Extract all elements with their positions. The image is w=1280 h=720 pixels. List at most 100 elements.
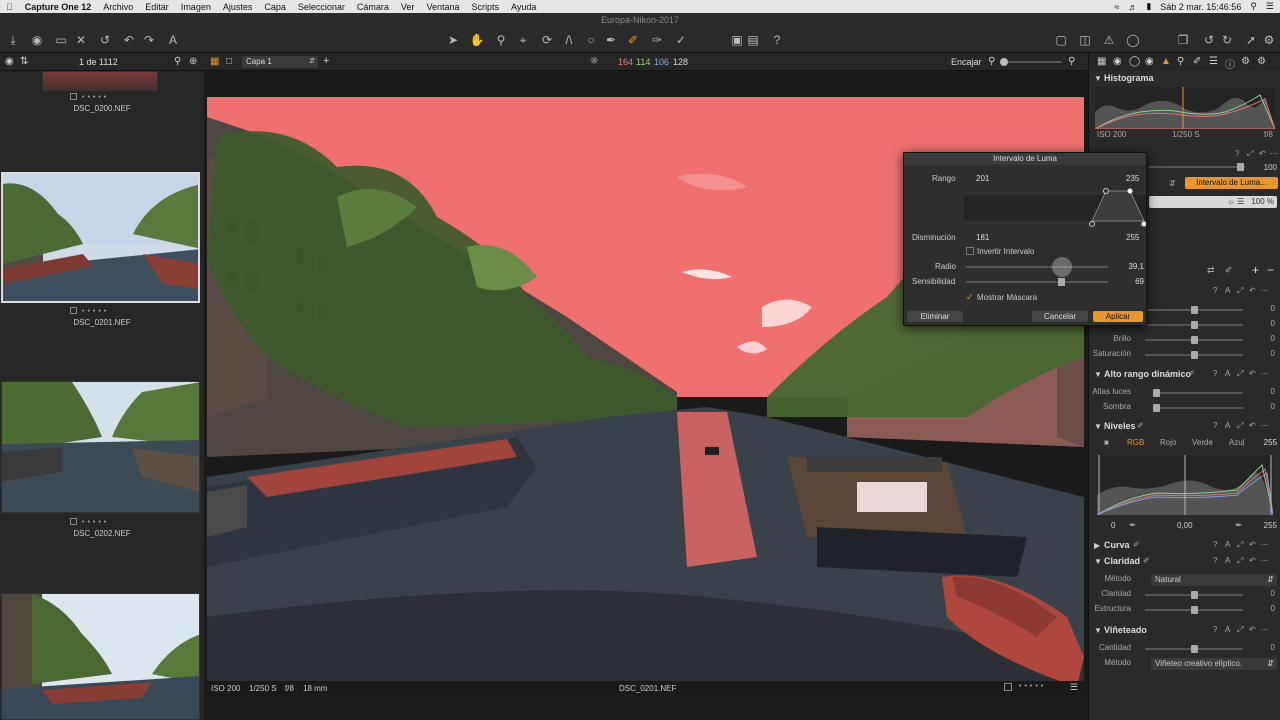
thumbnail[interactable] <box>1 172 200 303</box>
list-icon[interactable]: ☰ <box>1070 682 1078 693</box>
collapse-icon[interactable]: ▼ <box>1094 370 1102 379</box>
metadata-tab-icon[interactable]: ⓘ <box>1225 56 1235 71</box>
radius-value[interactable]: 39,1 <box>1120 262 1144 271</box>
add-layer-icon[interactable]: + <box>1252 263 1259 277</box>
row-knob[interactable] <box>1191 336 1198 344</box>
wifi-icon[interactable]: ≈ <box>1114 2 1119 12</box>
pointer-tool-icon[interactable]: ➤ <box>444 31 462 49</box>
row-value[interactable]: 0 <box>1247 604 1275 613</box>
sort-icon[interactable]: ⇅ <box>20 56 28 67</box>
row-value[interactable]: 0 <box>1247 319 1275 328</box>
range-min-value[interactable]: 201 <box>976 174 989 183</box>
settings-icon[interactable]: ⚙ <box>1260 31 1278 49</box>
multi-view-icon[interactable]: ▦ <box>210 56 219 67</box>
chevron-updown-icon[interactable]: ⇵ <box>1169 179 1176 188</box>
remove-layer-icon[interactable]: − <box>1267 263 1274 277</box>
menu-scripts[interactable]: Scripts <box>465 2 505 12</box>
rating-stars[interactable]: ••••• <box>82 94 109 101</box>
filter-search-icon[interactable]: ⚲ <box>174 56 181 67</box>
overlay-icon[interactable]: ◫ <box>1076 31 1094 49</box>
row-knob[interactable] <box>1191 591 1198 599</box>
brush-icon[interactable]: ✐ <box>1133 540 1140 549</box>
menu-seleccionar[interactable]: Seleccionar <box>292 2 351 12</box>
brush-icon[interactable]: ✐ <box>1188 369 1195 378</box>
library-tab-icon[interactable]: ▦ <box>1097 56 1106 67</box>
levels-mode-icon[interactable]: ■ <box>1104 438 1109 447</box>
row-slider[interactable] <box>1145 351 1243 359</box>
help-icon[interactable]: ? <box>1213 286 1217 295</box>
row-slider[interactable] <box>1145 606 1243 614</box>
brush-menu-icon[interactable]: ✐ <box>1225 265 1233 276</box>
lens-tab-icon[interactable]: ◯ <box>1129 56 1140 67</box>
rating-stars[interactable]: ••••• <box>82 519 109 526</box>
thumb-cell-selected[interactable]: ••••• DSC_0201.NEF <box>0 171 204 331</box>
loupe-tool-icon[interactable]: ⚲ <box>492 31 510 49</box>
menu-dots-icon[interactable]: ⋯ <box>1261 421 1269 430</box>
curve-title[interactable]: Curva <box>1104 540 1130 550</box>
exposure-tab-icon[interactable]: ▲ <box>1161 56 1171 67</box>
menu-archivo[interactable]: Archivo <box>97 2 139 12</box>
clarity-method-select[interactable]: Natural ⇵ <box>1151 574 1277 586</box>
expand-icon[interactable]: ➚ <box>1242 31 1260 49</box>
batch-tab-icon[interactable]: ⚙ <box>1257 56 1266 67</box>
spot-tool-icon[interactable]: ○ <box>582 31 600 49</box>
menu-dots-icon[interactable]: ⋯ <box>1261 556 1269 565</box>
copy-icon[interactable]: ⤢ <box>1247 149 1253 159</box>
reset-icon[interactable]: ↶ <box>1249 540 1256 549</box>
close-icon[interactable]: ✕ <box>72 31 90 49</box>
volume-icon[interactable]: ♬ <box>1128 2 1137 12</box>
collapse-icon[interactable]: ▼ <box>1094 422 1102 431</box>
rotate-right-icon[interactable]: ↻ <box>1218 31 1236 49</box>
brush-tool-icon[interactable]: ✐ <box>624 31 642 49</box>
menu-dots-icon[interactable]: ⋯ <box>1261 286 1269 295</box>
invert-checkbox[interactable] <box>966 247 974 255</box>
battery-icon[interactable]: ▮ <box>1146 1 1151 12</box>
thumbnail[interactable] <box>42 71 158 91</box>
thumb-cell[interactable] <box>0 593 204 720</box>
help-icon[interactable]: ? <box>1213 421 1217 430</box>
help-icon[interactable]: ? <box>1235 149 1239 158</box>
apply-button[interactable]: Aplicar <box>1093 311 1143 322</box>
menu-imagen[interactable]: Imagen <box>175 2 217 12</box>
adjustments-tab-icon[interactable]: ☰ <box>1209 56 1218 67</box>
select-checkbox[interactable] <box>70 93 77 100</box>
falloff-max-value[interactable]: 255 <box>1126 233 1139 242</box>
levels-low-value[interactable]: 0 <box>1111 521 1115 530</box>
radius-slider-knob[interactable] <box>1052 257 1072 277</box>
hdr-title[interactable]: Alto rango dinámico <box>1104 369 1191 379</box>
menu-dots-icon[interactable]: ⋯ <box>1261 625 1269 634</box>
row-value[interactable]: 0 <box>1247 402 1275 411</box>
help-icon[interactable]: ? <box>1213 369 1217 378</box>
camera-icon[interactable]: ◉ <box>28 31 46 49</box>
rotate-tool-icon[interactable]: ⟳ <box>538 31 556 49</box>
undo-icon[interactable]: ↶ <box>120 31 138 49</box>
row-knob[interactable] <box>1191 306 1198 314</box>
rating-stars[interactable]: ••••• <box>82 308 109 315</box>
single-view-icon[interactable]: □ <box>226 56 232 67</box>
gradient-tool-icon[interactable]: ✓ <box>672 31 690 49</box>
clock[interactable]: Sáb 2 mar. 15:46:56 <box>1160 2 1241 12</box>
crop-tool-icon[interactable]: ⌖ <box>514 31 532 49</box>
radius-slider[interactable] <box>966 257 1108 277</box>
luma-range-graph[interactable] <box>964 187 1146 227</box>
row-slider[interactable] <box>1145 336 1243 344</box>
histogram-title[interactable]: Histograma <box>1104 73 1154 83</box>
help-icon[interactable]: ? <box>768 31 786 49</box>
collapse-icon[interactable]: ▼ <box>1094 626 1102 635</box>
row-value[interactable]: 0 <box>1247 643 1275 652</box>
menu-ver[interactable]: Ver <box>395 2 421 12</box>
falloff-min-value[interactable]: 181 <box>976 233 989 242</box>
copy-icon[interactable]: ⤢ <box>1237 369 1243 379</box>
menu-ajustes[interactable]: Ajustes <box>217 2 259 12</box>
zoom-out-icon[interactable]: ⚲ <box>988 56 995 67</box>
paste-adjust-icon[interactable]: ▤ <box>744 31 762 49</box>
levels-title[interactable]: Niveles <box>1104 421 1136 431</box>
eraser-tool-icon[interactable]: ✑ <box>648 31 666 49</box>
zoom-in-icon[interactable]: ⚲ <box>1068 56 1075 67</box>
fit-label[interactable]: Encajar <box>951 57 982 67</box>
auto-icon[interactable]: A <box>1225 286 1230 295</box>
tab-red[interactable]: Rojo <box>1160 438 1176 447</box>
row-knob[interactable] <box>1153 389 1160 397</box>
auto-icon[interactable]: A <box>1225 625 1230 634</box>
footer-rating-stars[interactable]: ••••• <box>1019 683 1046 690</box>
